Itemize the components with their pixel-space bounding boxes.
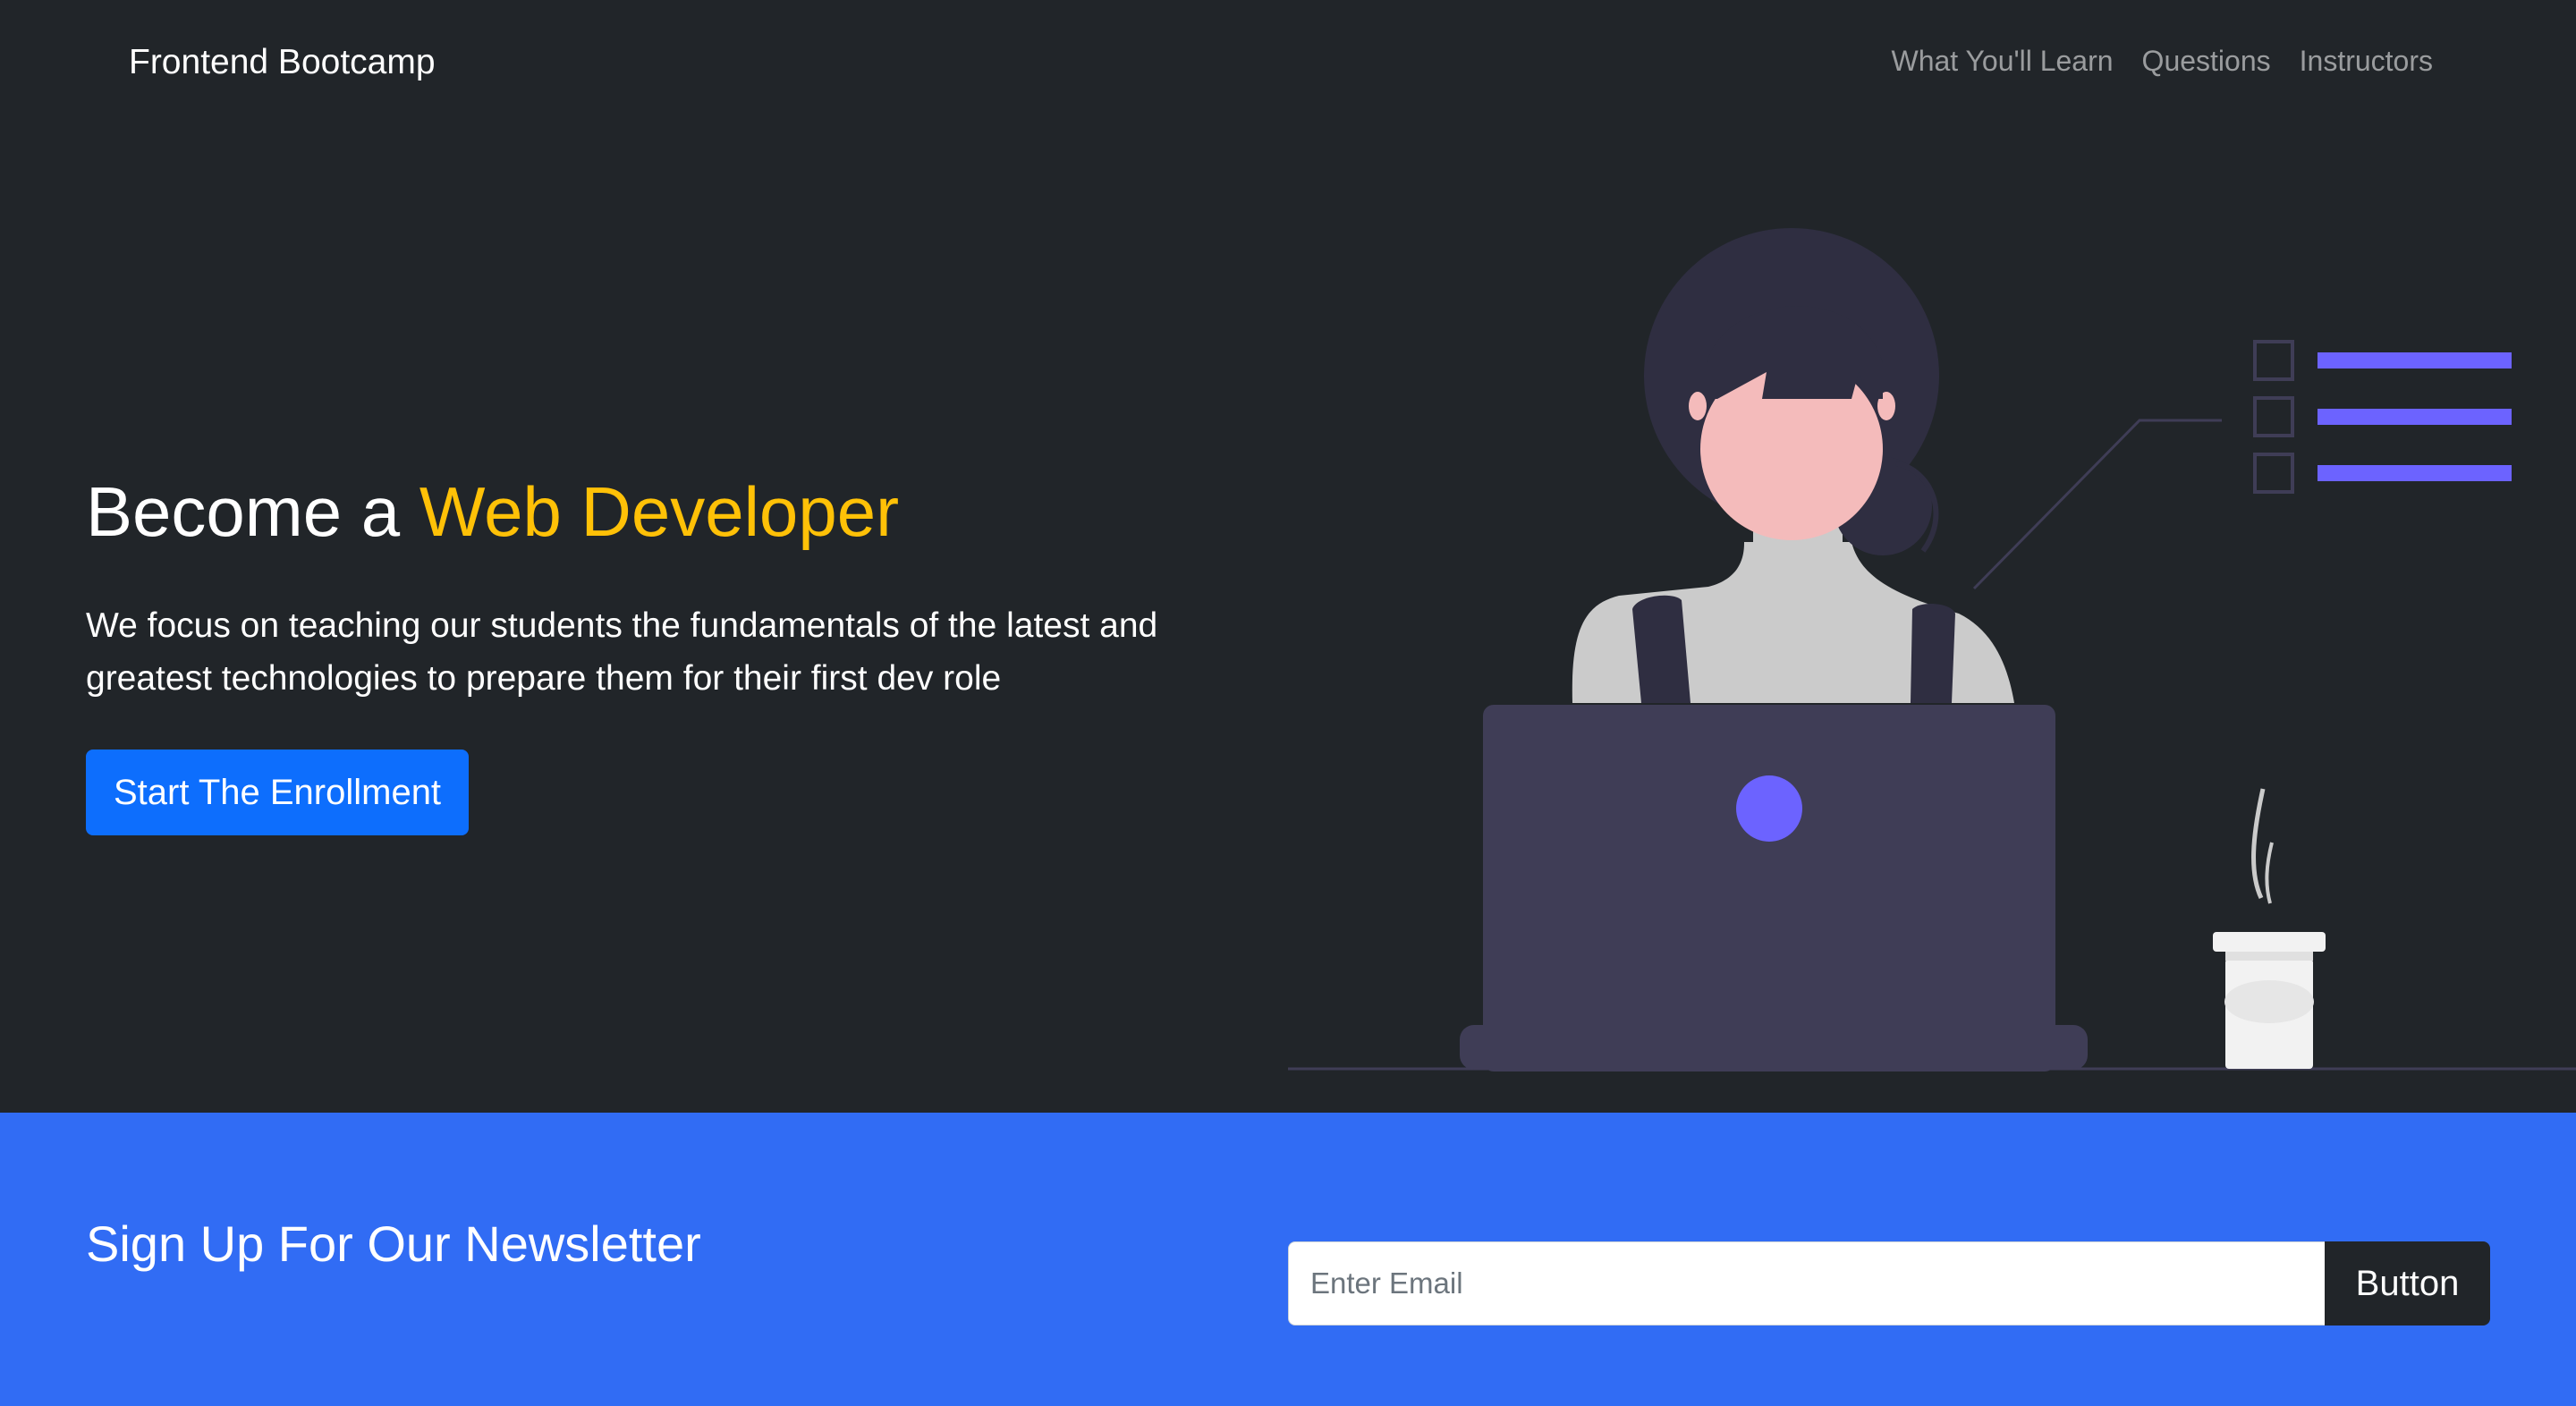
hero-section: Become a Web Developer We focus on teach… [0, 131, 2576, 1113]
hero-title: Become a Web Developer [86, 470, 899, 555]
brand-link[interactable]: Frontend Bootcamp [129, 43, 436, 82]
hero-title-prefix: Become a [86, 472, 401, 551]
newsletter-submit-button[interactable]: Button [2325, 1241, 2490, 1326]
newsletter-title: Sign Up For Our Newsletter [86, 1215, 701, 1272]
checklist-icon [2253, 340, 2512, 494]
navbar: Frontend Bootcamp What You'll Learn Ques… [0, 0, 2576, 131]
nav-link-questions[interactable]: Questions [2142, 45, 2271, 78]
start-enrollment-button[interactable]: Start The Enrollment [86, 750, 469, 835]
coffee-cup-icon [2213, 788, 2326, 1069]
hero-title-accent: Web Developer [419, 472, 900, 551]
nav-link-instructors[interactable]: Instructors [2300, 45, 2433, 78]
woman-at-laptop-illustration [1288, 228, 2576, 1071]
nav-link-what-youll-learn[interactable]: What You'll Learn [1891, 45, 2113, 78]
newsletter-section: Sign Up For Our Newsletter Button [0, 1113, 2576, 1406]
email-input[interactable] [1288, 1241, 2326, 1326]
hero-description: We focus on teaching our students the fu… [86, 606, 1158, 698]
laptop-icon [1483, 705, 2055, 1071]
nav-links: What You'll Learn Questions Instructors [1891, 45, 2433, 78]
